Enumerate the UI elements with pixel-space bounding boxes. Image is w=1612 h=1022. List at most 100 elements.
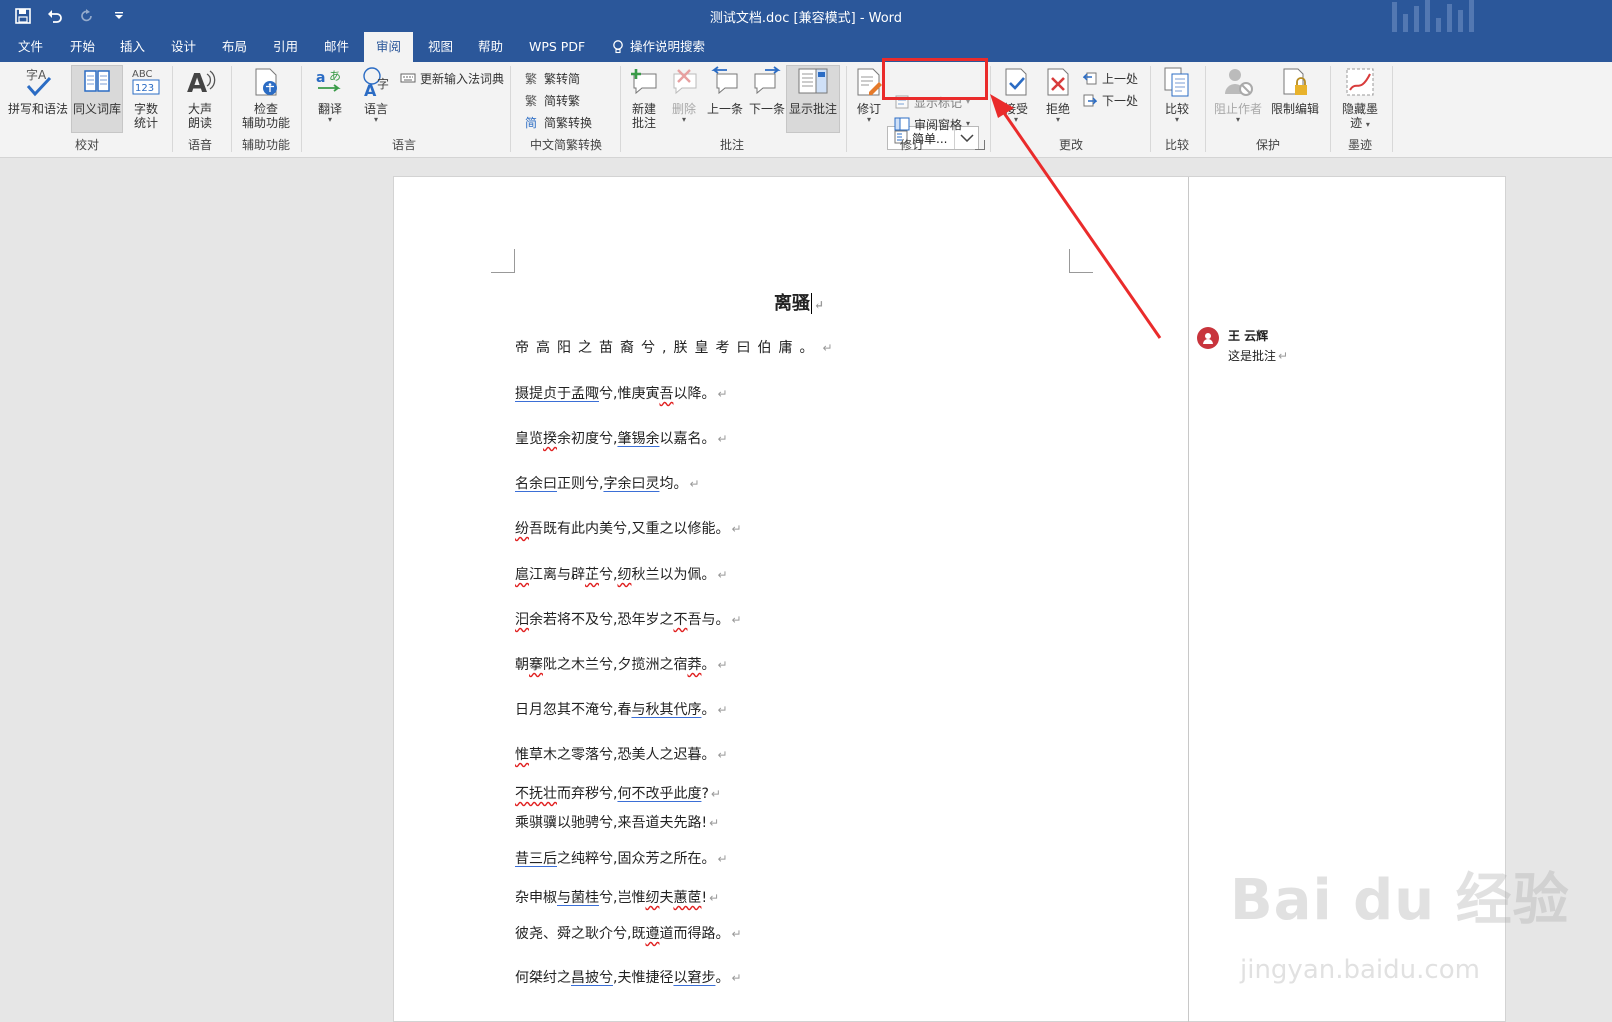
text-run: 昌披兮 [571,970,613,986]
tab-review[interactable]: 审阅 [364,32,414,62]
track-changes-button[interactable]: 修订 ▾ [852,66,886,124]
next-comment-button[interactable]: 下一条 [746,66,788,116]
block-authors-button[interactable]: 阻止作者 ▾ [1212,66,1264,124]
previous-comment-icon [709,66,741,98]
new-comment-button[interactable]: 新建 批注 [624,66,664,130]
paragraph[interactable]: 汩余若将不及兮,恐年岁之不吾与。 ↵ [515,609,742,629]
group-label-language: 语言 [391,138,416,152]
text-cursor [811,293,812,314]
paragraph[interactable]: 杂申椒与菌桂兮,岂惟纫夫蕙茝! ↵ [515,887,719,907]
text-run: 与菌桂 [557,890,599,906]
decorative-stripes [1392,0,1572,32]
tab-wps-pdf[interactable]: WPS PDF [517,32,597,62]
group-label-accessibility: 辅助功能 [241,138,290,152]
paragraph[interactable]: 纷吾既有此内美兮,又重之以修能。 ↵ [515,518,742,538]
text-run: 余初度兮, [557,431,618,447]
text-run: 皇览 [515,431,543,447]
text-run: 江离与辟 [529,567,585,583]
paragraph[interactable]: 朝搴阰之木兰兮,夕揽洲之宿莽。 ↵ [515,654,728,674]
delete-comment-button[interactable]: 删除 ▾ [664,66,704,124]
text-run: 莽 [687,657,702,673]
tab-layout[interactable]: 布局 [210,32,259,62]
tab-file[interactable]: 文件 [6,32,55,62]
paragraph[interactable]: 名余曰正则兮,字余曰灵均。 ↵ [515,473,700,493]
show-comments-button[interactable]: 显示批注 [786,65,840,133]
thesaurus-button[interactable]: 同义词库 [71,65,123,133]
group-label-speech: 语音 [187,138,212,152]
tab-help[interactable]: 帮助 [466,32,515,62]
paragraph-mark: ↵ [709,891,720,905]
paragraph[interactable]: 惟草木之零落兮,恐美人之迟暮。 ↵ [515,744,728,764]
simplified-to-traditional-button[interactable]: 繁 简转繁 [524,90,580,110]
text-run: 而弃秽兮, [557,786,618,802]
text-run: ! [701,890,708,906]
tab-mailings[interactable]: 邮件 [312,32,361,62]
paragraph[interactable]: 彼尧、舜之耿介兮,既遵道而得路。 ↵ [515,923,742,943]
svg-text:ABC: ABC [132,69,153,80]
text-run: 乘骐骥以驰骋兮,来吾道夫先路! [515,815,708,831]
group-separator [1330,66,1331,152]
update-ime-dictionary-button[interactable]: 更新输入法词典 [400,68,504,88]
paragraph[interactable]: 昔三后之纯粹兮,固众芳之所在。 ↵ [515,848,728,868]
text-run: 吾 [659,386,674,402]
previous-comment-button[interactable]: 上一条 [704,66,746,116]
tab-references[interactable]: 引用 [261,32,310,62]
paragraph[interactable]: 皇览揆余初度兮,肇锡余以嘉名。 ↵ [515,428,728,448]
paragraph[interactable]: 日月忽其不淹兮,春与秋其代序。 ↵ [515,699,728,719]
word-count-button[interactable]: ABC 123 字数 统计 [126,66,166,130]
paragraph-mark: ↵ [717,852,728,866]
tab-design[interactable]: 设计 [159,32,208,62]
restrict-editing-button[interactable]: 限制编辑 [1266,66,1324,116]
text-run: 吾既有此内美兮,又重之以修能。 [529,521,730,537]
text-run: 遵 [645,926,660,942]
next-change-button[interactable]: 下一处 [1082,90,1138,110]
accept-change-button[interactable]: 接受 ▾ [996,66,1036,124]
paragraph[interactable]: 摄提贞于孟陬兮,惟庚寅吾以降。 ↵ [515,383,728,403]
text-run: 余若将不及兮,恐年岁之 [529,612,674,628]
comment-text[interactable]: 这是批注 ↵ [1228,347,1288,364]
paragraph[interactable]: 不抚壮而弃秽兮,何不改乎此度? ↵ [515,783,721,803]
svg-text:A: A [187,69,207,98]
tell-me-search[interactable]: 操作说明搜索 [600,32,717,62]
reject-change-button[interactable]: 拒绝 ▾ [1038,66,1078,124]
tab-view[interactable]: 视图 [416,32,465,62]
compare-button[interactable]: 比较 ▾ [1156,66,1198,124]
read-aloud-button[interactable]: A 大声 朗读 [176,66,224,130]
previous-change-icon [1082,70,1098,86]
translate-button[interactable]: aあ 翻译 ▾ [306,66,354,124]
paragraph-mark: ↵ [717,387,728,401]
paragraph[interactable]: 乘骐骥以驰骋兮,来吾道夫先路! ↵ [515,812,719,832]
tab-insert[interactable]: 插入 [108,32,157,62]
margin-corner-mark [491,249,515,273]
paragraph[interactable]: 扈江离与辟芷兮,纫秋兰以为佩。 ↵ [515,564,728,584]
check-accessibility-button[interactable]: 检查 辅助功能 [236,66,296,130]
chinese-conversion-button[interactable]: 简 简繁转换 [524,112,592,132]
group-label-ink: 墨迹 [1347,138,1372,152]
document-title[interactable]: 离骚 ↵ [774,289,824,315]
tab-home[interactable]: 开始 [58,32,107,62]
comment-balloon[interactable]: 王 云辉 这是批注 ↵ [1197,327,1288,364]
text-run: 肇锡余 [617,431,660,447]
reviewing-pane-icon [894,116,910,132]
text-run: 。 [701,702,716,718]
text-run: 兮, [599,567,618,583]
spelling-grammar-button[interactable]: 字A 拼写和语法 [6,66,70,116]
text-run: 朝 [515,657,529,673]
text-run: 揆 [543,431,557,447]
text-run: 惟 [515,747,529,763]
group-separator [301,66,302,152]
traditional-to-simplified-button[interactable]: 繁 繁转简 [524,68,580,88]
reviewing-pane-button[interactable]: 审阅窗格 ▾ [894,114,970,134]
paragraph[interactable]: 帝高阳之苗裔兮,朕皇考曰伯庸。 ↵ [515,337,833,357]
group-label-tracking: 修订 [899,138,924,152]
hide-ink-button[interactable]: 隐藏墨 迹 ▾ [1334,66,1386,130]
tracking-dialog-launcher-icon[interactable] [975,140,985,150]
track-changes-icon [853,66,885,98]
group-label-compare: 比较 [1164,138,1189,152]
group-label-protect: 保护 [1255,138,1280,152]
previous-change-button[interactable]: 上一处 [1082,68,1138,88]
paragraph[interactable]: 何桀纣之昌披兮,夫惟捷径以窘步。 ↵ [515,967,742,987]
avatar [1197,327,1219,349]
group-separator [846,66,847,152]
language-button[interactable]: A字 语言 ▾ [352,66,400,124]
